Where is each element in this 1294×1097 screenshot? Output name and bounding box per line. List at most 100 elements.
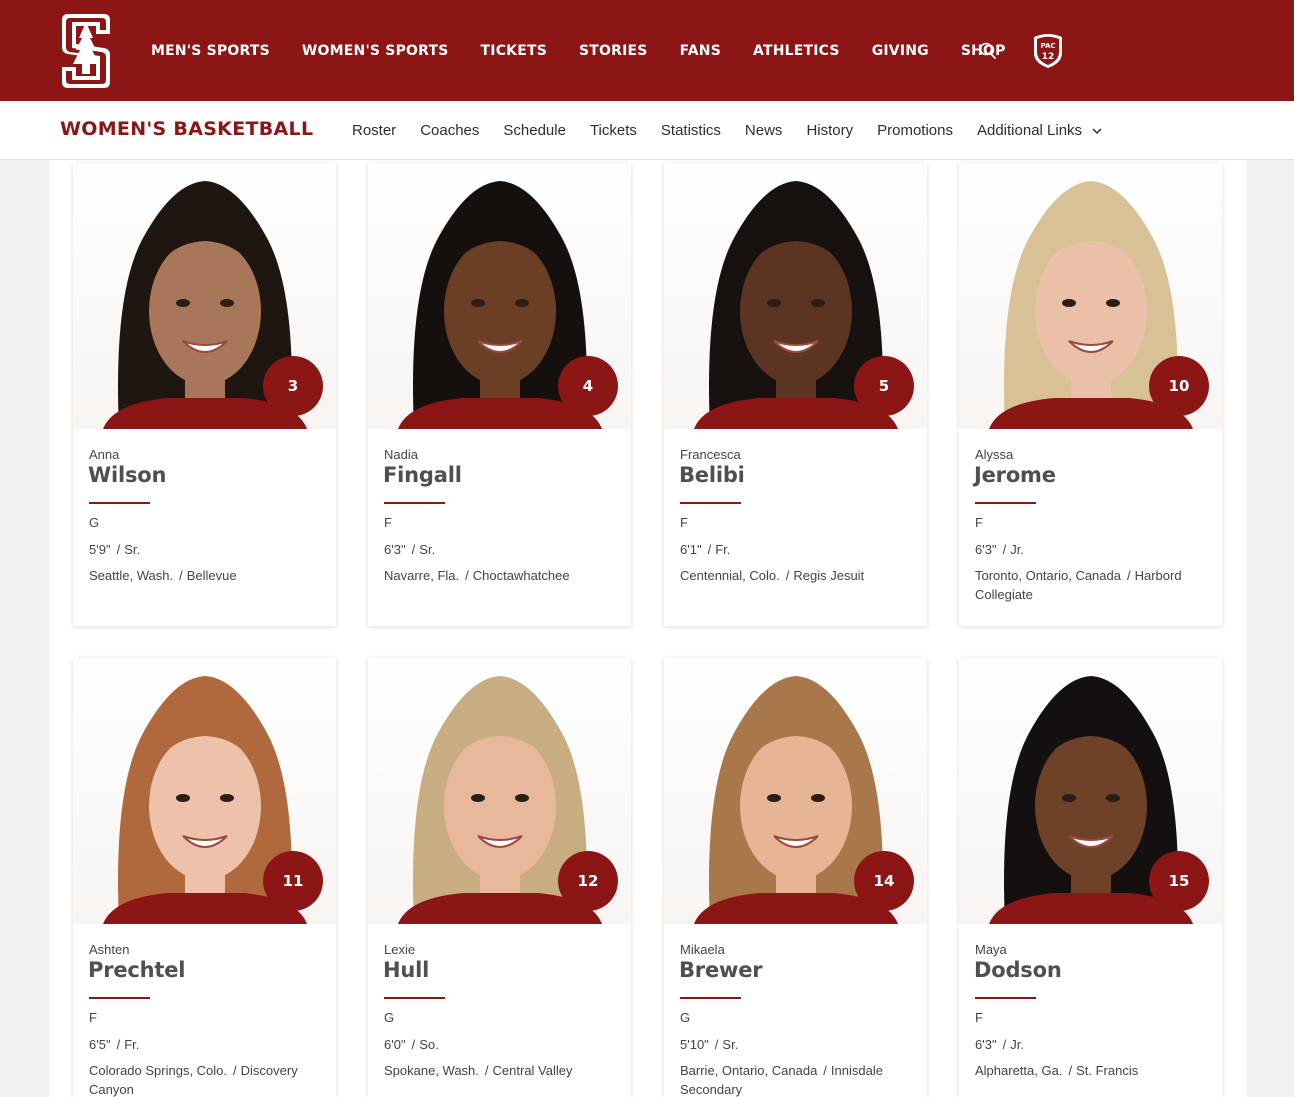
player-height-year: 6'3" / Sr.	[384, 542, 435, 557]
player-last-name[interactable]: Prechtel	[88, 958, 185, 982]
player-height-year: 6'0" / So.	[384, 1037, 439, 1052]
player-hometown-school: Colorado Springs, Colo. / Discovery Canyon	[89, 1061, 324, 1097]
player-position: F	[680, 515, 688, 530]
name-underline	[384, 502, 445, 504]
player-high-school: Regis Jesuit	[793, 568, 865, 583]
separator: /	[233, 1063, 237, 1078]
subnav-tickets[interactable]: Tickets	[578, 122, 649, 139]
subnav-coaches[interactable]: Coaches	[408, 122, 491, 139]
nav-fans[interactable]: FANS	[664, 43, 737, 59]
player-headshot[interactable]: 5	[664, 163, 927, 429]
player-high-school: St. Francis	[1076, 1063, 1139, 1078]
jersey-number-badge: 3	[263, 356, 323, 416]
player-headshot[interactable]: 15	[959, 658, 1222, 924]
player-card[interactable]: 4 Nadia Fingall F 6'3" / Sr. Navarre, Fla. / Choc…	[368, 163, 631, 626]
player-headshot[interactable]: 3	[73, 163, 336, 429]
separator: /	[116, 1037, 121, 1052]
player-headshot[interactable]: 4	[368, 163, 631, 429]
separator: /	[785, 568, 790, 583]
player-card[interactable]: 14 Mikaela Brewer G 5'10" / Sr. Barrie, Ontario…	[664, 658, 927, 1097]
player-first-name: Francesca	[680, 447, 741, 462]
nav-athletics[interactable]: ATHLETICS	[737, 43, 856, 59]
player-position: F	[89, 1010, 97, 1025]
player-hometown-school: Navarre, Fla. / Choctawhatchee	[384, 566, 619, 585]
svg-text:PAC: PAC	[1040, 42, 1055, 50]
name-underline	[975, 502, 1036, 504]
player-headshot[interactable]: 10	[959, 163, 1222, 429]
player-first-name: Mikaela	[680, 942, 725, 957]
jersey-number-badge: 15	[1149, 851, 1209, 911]
stanford-s-logo[interactable]	[60, 12, 112, 90]
player-card[interactable]: 11 Ashten Prechtel F 6'5" / Fr. Colorado Spring…	[73, 658, 336, 1097]
player-class-year: Jr.	[1010, 542, 1024, 557]
name-underline	[89, 502, 150, 504]
separator: /	[1002, 1037, 1007, 1052]
sport-subnav: Roster Coaches Schedule Tickets Statisti…	[340, 101, 1114, 160]
player-last-name[interactable]: Belibi	[679, 463, 745, 487]
jersey-number-badge: 14	[854, 851, 914, 911]
player-height-year: 6'1" / Fr.	[680, 542, 730, 557]
nav-tickets[interactable]: TICKETS	[465, 43, 563, 59]
player-last-name[interactable]: Dodson	[974, 958, 1062, 982]
player-hometown-school: Centennial, Colo. / Regis Jesuit	[680, 566, 915, 585]
player-headshot[interactable]: 12	[368, 658, 631, 924]
player-last-name[interactable]: Jerome	[974, 463, 1056, 487]
subnav-statistics[interactable]: Statistics	[649, 122, 733, 139]
nav-womens-sports[interactable]: WOMEN'S SPORTS	[286, 43, 465, 59]
separator: /	[1002, 542, 1007, 557]
subnav-promotions[interactable]: Promotions	[865, 122, 965, 139]
player-height: 5'9"	[89, 542, 111, 557]
player-high-school: Bellevue	[186, 568, 237, 583]
player-headshot[interactable]: 11	[73, 658, 336, 924]
player-card[interactable]: 12 Lexie Hull G 6'0" / So. Spokane, Wash. / Centr…	[368, 658, 631, 1097]
player-height: 6'0"	[384, 1037, 406, 1052]
nav-stories[interactable]: STORIES	[563, 43, 664, 59]
subnav-news[interactable]: News	[733, 122, 795, 139]
player-first-name: Nadia	[384, 447, 418, 462]
player-last-name[interactable]: Hull	[383, 958, 429, 982]
player-class-year: So.	[419, 1037, 439, 1052]
player-height-year: 5'9" / Sr.	[89, 542, 140, 557]
name-underline	[975, 997, 1036, 999]
player-height-year: 6'5" / Fr.	[89, 1037, 139, 1052]
player-hometown: Centennial, Colo.	[680, 568, 780, 583]
sport-subnav-bar: WOMEN'S BASKETBALL Roster Coaches Schedu…	[0, 101, 1294, 160]
jersey-number-badge: 10	[1149, 356, 1209, 416]
nav-mens-sports[interactable]: MEN'S SPORTS	[135, 43, 286, 59]
subnav-additional-links[interactable]: Additional Links	[965, 122, 1114, 139]
sport-title[interactable]: WOMEN'S BASKETBALL	[60, 118, 313, 140]
separator: /	[411, 1037, 416, 1052]
player-height: 6'1"	[680, 542, 702, 557]
pac12-logo[interactable]: PAC 12	[1032, 33, 1064, 69]
player-hometown-school: Spokane, Wash. / Central Valley	[384, 1061, 619, 1080]
player-height-year: 6'3" / Jr.	[975, 542, 1024, 557]
player-first-name: Alyssa	[975, 447, 1014, 462]
search-icon[interactable]	[978, 41, 998, 61]
separator: /	[411, 542, 416, 557]
player-last-name[interactable]: Fingall	[383, 463, 462, 487]
svg-text:12: 12	[1042, 52, 1055, 62]
player-class-year: Jr.	[1010, 1037, 1024, 1052]
player-position: F	[384, 515, 392, 530]
subnav-schedule[interactable]: Schedule	[491, 122, 578, 139]
player-card[interactable]: 15 Maya Dodson F 6'3" / Jr. Alpharetta, Ga. / St.…	[959, 658, 1222, 1097]
player-card[interactable]: 10 Alyssa Jerome F 6'3" / Jr. Toronto, Ontario,…	[959, 163, 1222, 626]
nav-giving[interactable]: GIVING	[856, 43, 945, 59]
player-hometown: Navarre, Fla.	[384, 568, 460, 583]
player-hometown: Colorado Springs, Colo.	[89, 1063, 228, 1078]
separator: /	[484, 1063, 489, 1078]
player-first-name: Ashten	[89, 942, 130, 957]
player-class-year: Sr.	[124, 542, 141, 557]
name-underline	[384, 997, 445, 999]
player-last-name[interactable]: Wilson	[88, 463, 166, 487]
separator: /	[1126, 568, 1131, 583]
subnav-roster[interactable]: Roster	[340, 122, 408, 139]
player-high-school: Central Valley	[492, 1063, 573, 1078]
player-position: F	[975, 1010, 983, 1025]
player-last-name[interactable]: Brewer	[679, 958, 763, 982]
player-card[interactable]: 3 Anna Wilson G 5'9" / Sr. Seattle, Wash. / Belle…	[73, 163, 336, 626]
player-card[interactable]: 5 Francesca Belibi F 6'1" / Fr. Centennial, Col…	[664, 163, 927, 626]
subnav-history[interactable]: History	[794, 122, 865, 139]
player-headshot[interactable]: 14	[664, 658, 927, 924]
player-first-name: Maya	[975, 942, 1007, 957]
